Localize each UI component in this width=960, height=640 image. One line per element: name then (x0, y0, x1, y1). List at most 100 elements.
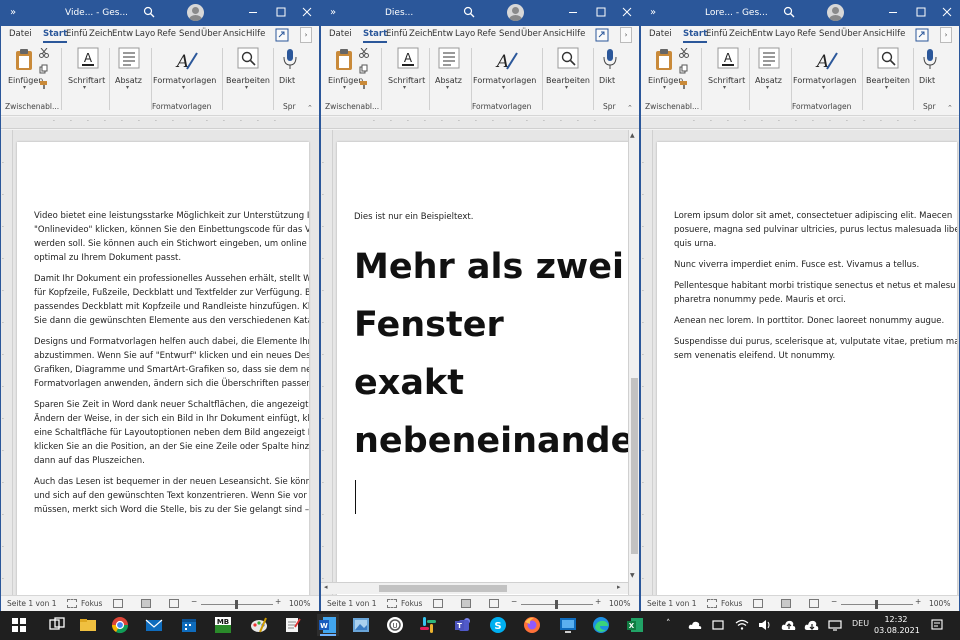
tab-zeichnen[interactable]: Zeich (409, 29, 432, 39)
focus-icon[interactable] (67, 599, 77, 608)
format-painter-icon[interactable] (679, 80, 689, 90)
document-body[interactable]: Lorem ipsum dolor sit amet, consectetuer… (674, 209, 957, 370)
document-page[interactable]: Lorem ipsum dolor sit amet, consectetuer… (657, 142, 957, 595)
print-layout-icon[interactable] (781, 599, 791, 608)
microphone-icon[interactable] (603, 47, 617, 71)
tab-ueberpruefen[interactable]: Über (521, 29, 541, 39)
ribbon-collapse-icon[interactable]: ⌃ (947, 104, 953, 112)
zoom-in-icon[interactable]: + (915, 597, 921, 606)
find-icon[interactable] (557, 47, 579, 69)
tray-network-icon[interactable] (828, 619, 842, 631)
paragraph[interactable]: Video bietet eine leistungsstarke Möglic… (34, 209, 309, 265)
quick-access-chevron-icon[interactable]: » (650, 7, 656, 18)
tab-ueberpruefen[interactable]: Über (201, 29, 221, 39)
paragraph[interactable]: Pellentesque habitant morbi tristique se… (674, 279, 957, 307)
paragraph[interactable]: Aenean nec lorem. In porttitor. Donec la… (674, 314, 957, 328)
vertical-ruler[interactable]: · · · · · · · · · · · · · · (1, 130, 13, 595)
zoom-in-icon[interactable]: + (275, 597, 281, 606)
paragraph[interactable]: Damit Ihr Dokument ein professionelles A… (34, 272, 309, 328)
font-button[interactable]: Schriftart (68, 76, 105, 85)
horizontal-ruler[interactable]: · · · · · · · · · · · · · · (321, 117, 639, 129)
font-icon[interactable]: A (717, 47, 739, 69)
zoom-slider-knob[interactable] (875, 600, 878, 609)
share-icon[interactable] (915, 28, 929, 42)
tab-hilfe[interactable]: Hilfe (886, 29, 905, 39)
zoom-level[interactable]: 100% (929, 599, 950, 608)
mail-icon[interactable] (145, 616, 163, 634)
paragraph[interactable]: Designs und Formatvorlagen helfen auch d… (34, 335, 309, 391)
cut-icon[interactable] (39, 48, 49, 58)
cut-icon[interactable] (679, 48, 689, 58)
close-icon[interactable] (619, 4, 635, 20)
tab-zeichnen[interactable]: Zeich (729, 29, 752, 39)
editing-dropdown-icon[interactable]: ▾ (885, 84, 888, 91)
zoom-level[interactable]: 100% (289, 599, 310, 608)
excel-icon[interactable]: X (626, 616, 644, 634)
tab-entwurf[interactable]: Entw (112, 29, 133, 39)
cut-icon[interactable] (359, 48, 369, 58)
share-icon[interactable] (275, 28, 289, 42)
ribbon-collapse-icon[interactable]: ⌃ (307, 104, 313, 112)
paste-icon[interactable] (332, 47, 358, 73)
copy-icon[interactable] (679, 64, 689, 74)
styles-icon[interactable]: A (813, 47, 839, 73)
tab-hilfe[interactable]: Hilfe (246, 29, 265, 39)
paragraph-dropdown-icon[interactable]: ▾ (126, 84, 129, 91)
horizontal-ruler[interactable]: · · · · · · · · · · · · · · (1, 117, 319, 129)
tab-zeichnen[interactable]: Zeich (89, 29, 112, 39)
minimize-icon[interactable] (885, 4, 901, 20)
zoom-level[interactable]: 100% (609, 599, 630, 608)
styles-dropdown-icon[interactable]: ▾ (822, 84, 825, 91)
vertical-ruler[interactable]: · · · · · · · · · · · · · · (321, 130, 333, 595)
zoom-out-icon[interactable]: − (831, 597, 837, 606)
tab-sendungen[interactable]: Send (819, 29, 840, 39)
paste-dropdown-icon[interactable]: ▾ (663, 84, 666, 91)
language-indicator[interactable]: DEU (852, 619, 869, 628)
paragraph[interactable]: Suspendisse dui purus, scelerisque at, v… (674, 335, 957, 363)
tab-start[interactable]: Start (43, 29, 68, 43)
search-icon[interactable] (143, 6, 155, 18)
scroll-right-icon[interactable]: ▸ (617, 583, 621, 591)
styles-icon[interactable]: A (493, 47, 519, 73)
tab-layout[interactable]: Layo (775, 29, 795, 39)
tab-referenzen[interactable]: Refe (477, 29, 496, 39)
tab-datei[interactable]: Datei (329, 29, 352, 39)
tab-ueberpruefen[interactable]: Über (841, 29, 861, 39)
document-body[interactable]: Dies ist nur ein Beispieltext. Mehr als z… (354, 210, 629, 528)
tab-entwurf[interactable]: Entw (432, 29, 453, 39)
tab-einfuegen[interactable]: Einfü (706, 29, 728, 39)
web-layout-icon[interactable] (809, 599, 819, 608)
read-mode-icon[interactable] (753, 599, 763, 608)
paste-dropdown-icon[interactable]: ▾ (343, 84, 346, 91)
document-page[interactable]: Dies ist nur ein Beispieltext. Mehr als z… (337, 142, 629, 595)
clock[interactable]: 12:32 03.08.2021 (874, 614, 920, 636)
maximize-icon[interactable] (593, 4, 609, 20)
task-view-icon[interactable] (48, 616, 66, 634)
page-count[interactable]: Seite 1 von 1 (327, 599, 377, 608)
tray-chevron-up-icon[interactable]: ˄ (666, 619, 671, 629)
tab-datei[interactable]: Datei (9, 29, 32, 39)
copy-icon[interactable] (359, 64, 369, 74)
print-layout-icon[interactable] (141, 599, 151, 608)
copy-icon[interactable] (39, 64, 49, 74)
editing-dropdown-icon[interactable]: ▾ (565, 84, 568, 91)
minimize-icon[interactable] (245, 4, 261, 20)
format-painter-icon[interactable] (39, 80, 49, 90)
read-mode-icon[interactable] (433, 599, 443, 608)
document-area[interactable]: · · · · · · · · · · · · · · Dies ist nur ein Beispiel… (321, 130, 639, 595)
read-mode-icon[interactable] (113, 599, 123, 608)
photos-icon[interactable] (352, 616, 370, 634)
heading-text[interactable]: Mehr als zwei Fenster exakt nebeneinande… (354, 238, 629, 528)
tab-einfuegen[interactable]: Einfü (386, 29, 408, 39)
focus-button[interactable]: Fokus (401, 599, 422, 608)
title-bar[interactable]: » Dies... (321, 0, 639, 26)
print-layout-icon[interactable] (461, 599, 471, 608)
tab-layout[interactable]: Layo (455, 29, 475, 39)
start-icon[interactable] (10, 616, 28, 634)
vertical-scrollbar[interactable]: ▲ ▼ (628, 130, 639, 595)
tab-sendungen[interactable]: Send (179, 29, 200, 39)
mediabrowser-icon[interactable]: MB (214, 616, 232, 634)
find-icon[interactable] (877, 47, 899, 69)
zoom-in-icon[interactable]: + (595, 597, 601, 606)
web-layout-icon[interactable] (169, 599, 179, 608)
